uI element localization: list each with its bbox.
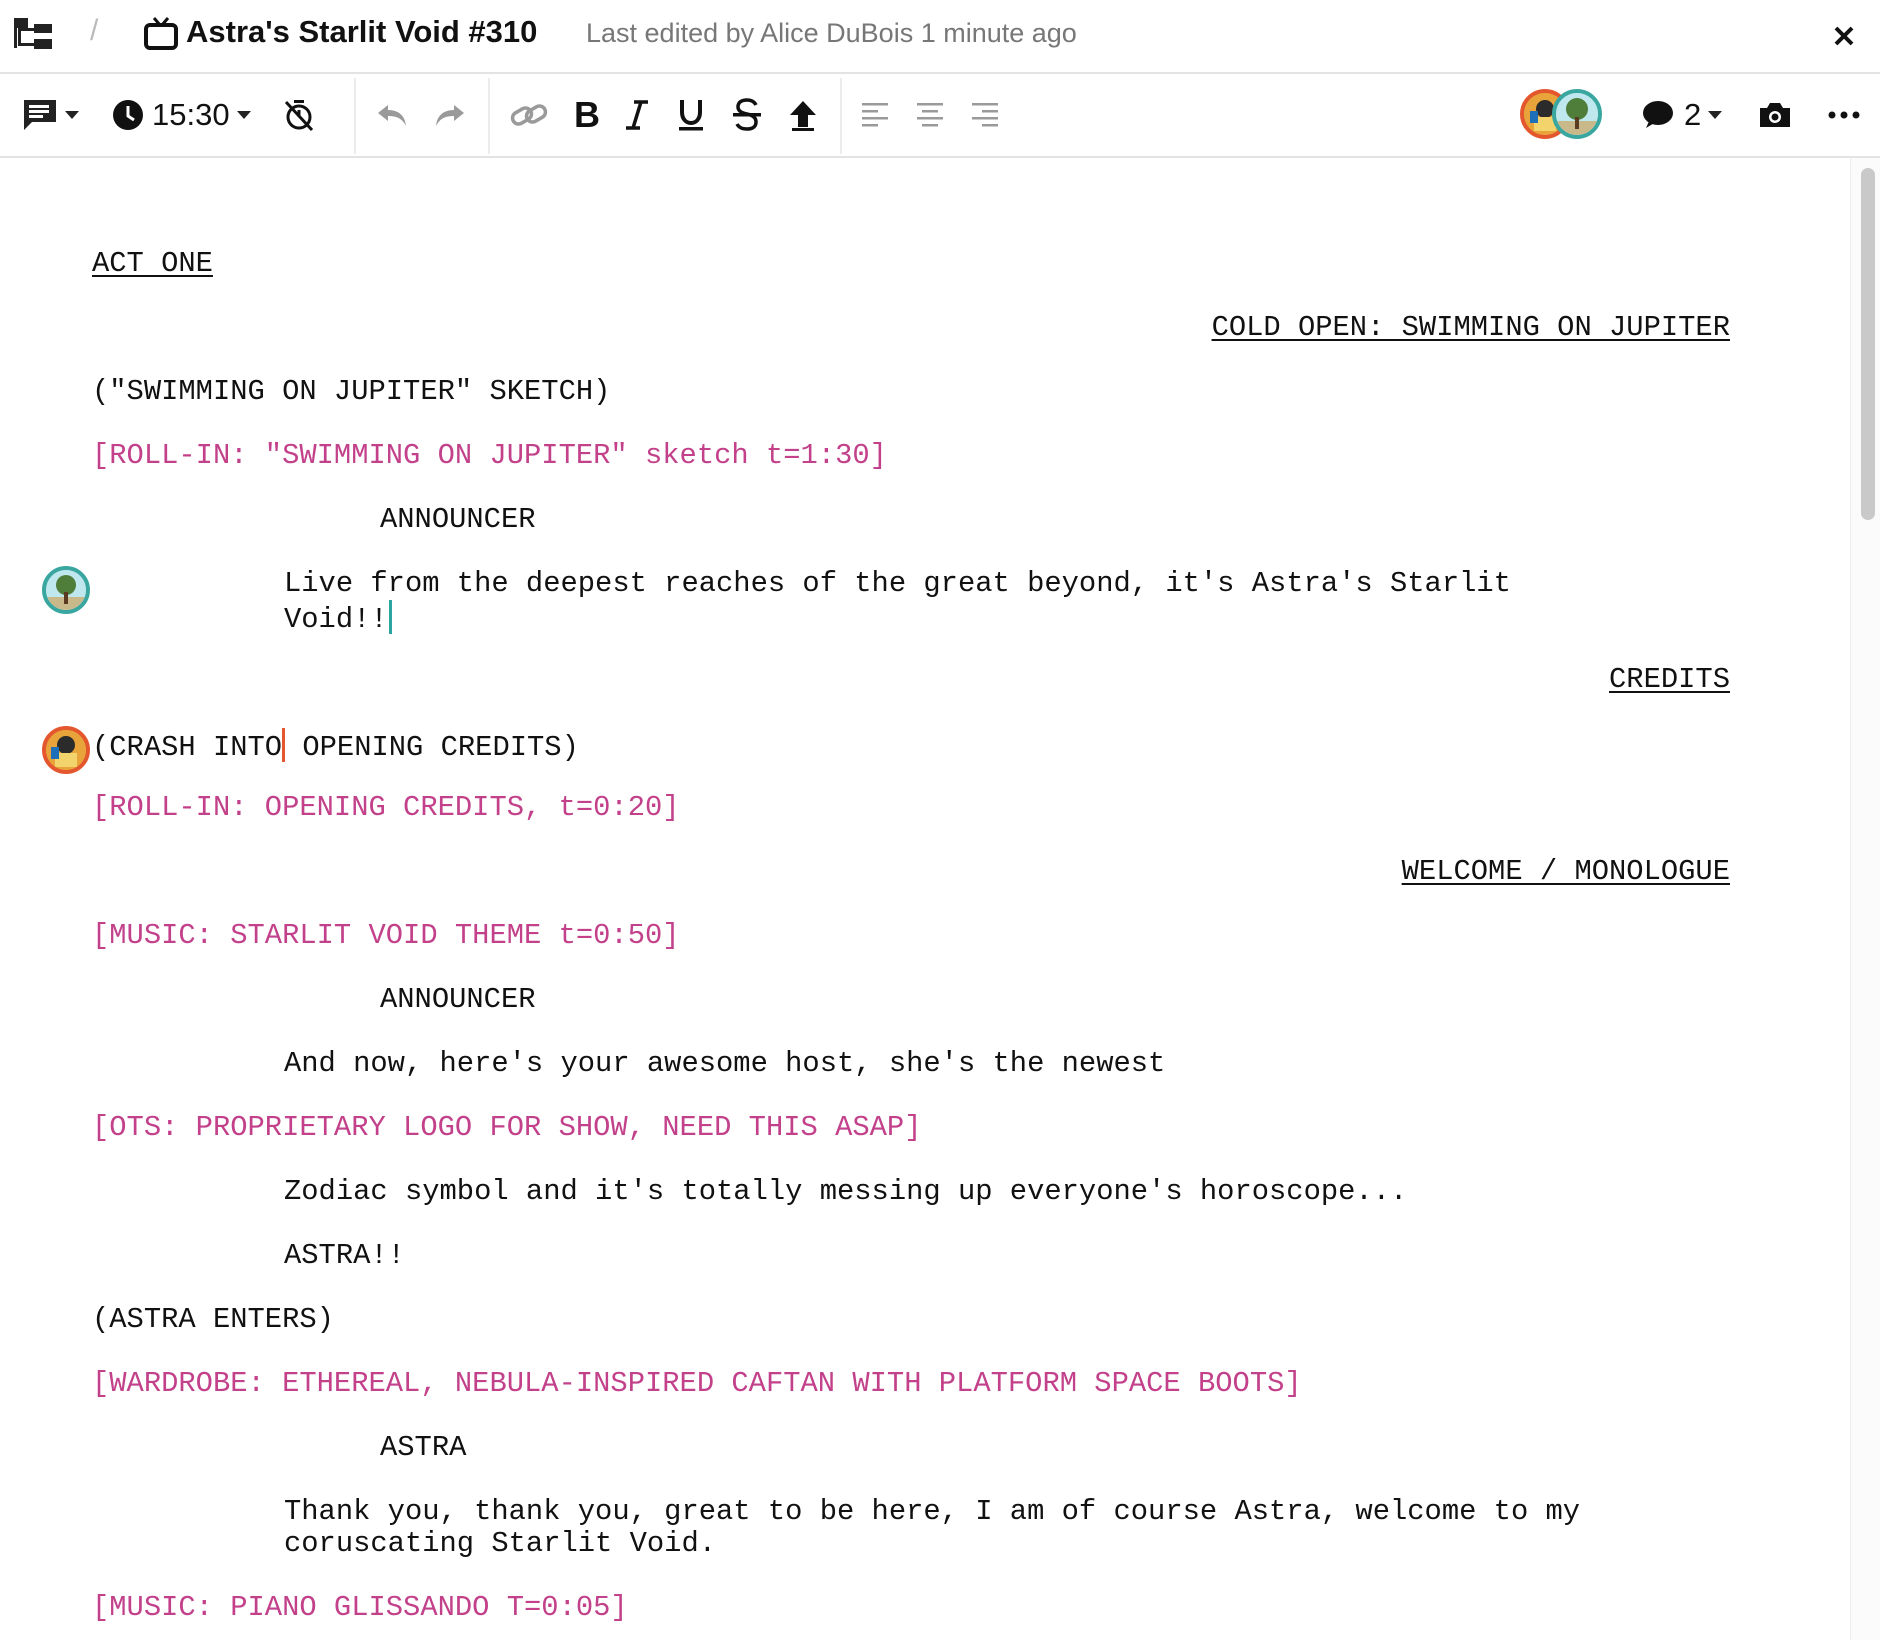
character-name[interactable]: ANNOUNCER — [380, 984, 536, 1016]
toolbar-divider — [354, 78, 356, 154]
page-title: Astra's Starlit Void #310 — [186, 14, 538, 49]
dialogue-line[interactable]: And now, here's your awesome host, she's… — [284, 1048, 1165, 1080]
undo-icon — [376, 101, 410, 129]
speech-bubble-icon — [1642, 100, 1674, 130]
italic-icon — [624, 99, 650, 131]
more-icon — [1828, 111, 1860, 119]
underline-button[interactable] — [676, 74, 706, 156]
dialogue-line[interactable]: Zodiac symbol and it's totally messing u… — [284, 1176, 1407, 1208]
camera-button[interactable] — [1758, 74, 1792, 156]
scrollbar-thumb[interactable] — [1861, 168, 1875, 520]
align-right-icon — [970, 101, 998, 129]
cue-line[interactable]: [ROLL-IN: OPENING CREDITS, t=0:20] — [92, 792, 680, 824]
dialogue-line[interactable]: coruscating Starlit Void. — [284, 1528, 716, 1560]
character-name[interactable]: ASTRA — [380, 1432, 466, 1464]
bold-button[interactable]: B — [574, 74, 600, 156]
action-text: (CRASH INTO — [92, 731, 283, 764]
timer-off-icon — [282, 98, 316, 132]
align-center-icon — [916, 101, 944, 129]
script-editor[interactable]: ACT ONE COLD OPEN: SWIMMING ON JUPITER (… — [0, 158, 1850, 1640]
undo-button[interactable] — [376, 74, 410, 156]
more-button[interactable] — [1828, 74, 1860, 156]
breadcrumb-separator: / — [90, 14, 99, 47]
italic-button[interactable] — [624, 74, 650, 156]
link-icon — [510, 101, 548, 129]
comment-menu-button[interactable] — [22, 74, 80, 156]
comment-menu-icon — [22, 98, 58, 132]
dialogue-line[interactable]: Void!! — [284, 600, 392, 636]
dialogue-line[interactable]: Thank you, thank you, great to be here, … — [284, 1496, 1580, 1528]
scene-heading[interactable]: WELCOME / MONOLOGUE — [92, 856, 1730, 888]
act-heading[interactable]: ACT ONE — [92, 248, 213, 280]
toolbar-divider — [840, 78, 842, 154]
upload-button[interactable] — [788, 74, 818, 156]
strikethrough-icon — [732, 98, 762, 132]
collaborator-caret — [388, 600, 392, 634]
last-edited-status: Last edited by Alice DuBois 1 minute ago — [586, 18, 1077, 48]
character-name[interactable]: ANNOUNCER — [380, 504, 536, 536]
tv-icon — [144, 16, 178, 50]
cue-line[interactable]: [OTS: PROPRIETARY LOGO FOR SHOW, NEED TH… — [92, 1112, 922, 1144]
dialogue-text: Void!! — [284, 603, 388, 636]
comment-count: 2 — [1684, 97, 1702, 132]
collaborator-cursor-avatar — [42, 566, 90, 614]
collaborator-avatars[interactable] — [1520, 74, 1612, 156]
title-bar: / Astra's Starlit Void #310 Last edited … — [0, 0, 1880, 74]
underline-icon — [676, 98, 706, 132]
collaborator-cursor-avatar — [42, 726, 90, 774]
scene-heading[interactable]: CREDITS — [92, 664, 1730, 696]
toolbar-divider — [488, 78, 490, 154]
timer-off-button[interactable] — [282, 74, 316, 156]
chevron-down-icon — [64, 110, 80, 120]
close-icon[interactable] — [1826, 18, 1862, 54]
avatar — [1552, 89, 1602, 139]
editor-toolbar: 15:30 B 2 — [0, 74, 1880, 158]
scrollbar[interactable] — [1850, 158, 1880, 1640]
scene-heading[interactable]: COLD OPEN: SWIMMING ON JUPITER — [92, 312, 1730, 344]
chevron-down-icon — [236, 110, 252, 120]
redo-icon — [432, 101, 466, 129]
cue-line[interactable]: [ROLL-IN: "SWIMMING ON JUPITER" sketch t… — [92, 440, 887, 472]
cue-line[interactable]: [MUSIC: STARLIT VOID THEME t=0:50] — [92, 920, 680, 952]
time-dropdown[interactable]: 15:30 — [112, 74, 252, 156]
clock-icon — [112, 99, 144, 131]
action-line[interactable]: (ASTRA ENTERS) — [92, 1304, 334, 1336]
camera-icon — [1758, 101, 1792, 129]
align-left-button[interactable] — [862, 74, 890, 156]
align-center-button[interactable] — [916, 74, 944, 156]
dialogue-line[interactable]: Live from the deepest reaches of the gre… — [284, 568, 1511, 600]
cue-line[interactable]: [WARDROBE: ETHEREAL, NEBULA-INSPIRED CAF… — [92, 1368, 1302, 1400]
link-button[interactable] — [510, 74, 548, 156]
align-right-button[interactable] — [970, 74, 998, 156]
action-line[interactable]: ("SWIMMING ON JUPITER" SKETCH) — [92, 376, 610, 408]
action-text: OPENING CREDITS) — [285, 731, 579, 764]
bold-icon: B — [574, 94, 600, 135]
dialogue-line[interactable]: ASTRA!! — [284, 1240, 405, 1272]
align-left-icon — [862, 101, 890, 129]
comments-button[interactable]: 2 — [1642, 74, 1723, 156]
cue-line[interactable]: [MUSIC: PIANO GLISSANDO T=0:05] — [92, 1592, 628, 1624]
strikethrough-button[interactable] — [732, 74, 762, 156]
redo-button[interactable] — [432, 74, 466, 156]
time-value: 15:30 — [152, 97, 230, 132]
chevron-down-icon — [1707, 110, 1723, 120]
upload-arrow-icon — [788, 99, 818, 131]
sidebar-tree-icon[interactable] — [14, 18, 52, 52]
action-line[interactable]: (CRASH INTO OPENING CREDITS) — [92, 728, 579, 764]
